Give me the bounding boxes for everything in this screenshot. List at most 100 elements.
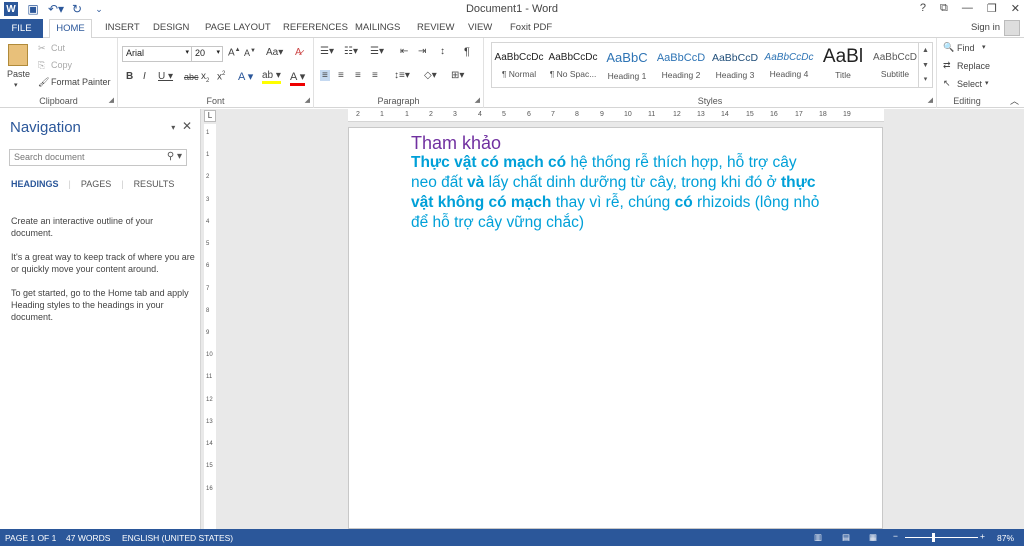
copy-icon[interactable]: ⎘ xyxy=(38,60,45,71)
subscript-icon[interactable]: x2 xyxy=(201,71,209,84)
tab-page-layout[interactable]: PAGE LAYOUT xyxy=(205,22,271,33)
page-count[interactable]: PAGE 1 OF 1 xyxy=(5,533,56,543)
sign-in-link[interactable]: Sign in xyxy=(971,22,1000,33)
show-formatting-icon[interactable]: ¶ xyxy=(464,46,470,58)
pane-options-icon[interactable]: ▾ xyxy=(171,123,175,132)
align-right-icon[interactable]: ≡ xyxy=(355,70,361,81)
find-button[interactable]: Find xyxy=(957,43,975,53)
more-styles-icon[interactable]: ▾ xyxy=(919,73,932,87)
style-heading-4[interactable]: AaBbCcDc Heading 4 xyxy=(762,43,816,87)
ribbon-display-options-button[interactable]: ⧉ xyxy=(940,2,948,15)
tab-references[interactable]: REFERENCES xyxy=(283,22,348,33)
paragraph-launcher-icon[interactable]: ◢ xyxy=(475,96,480,104)
restore-button[interactable]: ❐ xyxy=(987,2,997,15)
style-heading-2[interactable]: AaBbCcD Heading 2 xyxy=(654,43,708,87)
tab-insert[interactable]: INSERT xyxy=(105,22,140,33)
tab-review[interactable]: REVIEW xyxy=(417,22,454,33)
style-heading-3[interactable]: AaBbCcD Heading 3 xyxy=(708,43,762,87)
zoom-out-icon[interactable]: − xyxy=(893,531,898,541)
search-input[interactable]: Search document ⚲ ▾ xyxy=(9,149,187,166)
avatar[interactable] xyxy=(1004,20,1020,36)
multilevel-list-icon[interactable]: ☰▾ xyxy=(370,46,384,57)
document-heading[interactable]: Tham khảo xyxy=(411,133,501,154)
tab-view[interactable]: VIEW xyxy=(468,22,492,33)
word-count[interactable]: 47 WORDS xyxy=(66,533,110,543)
font-color-icon[interactable]: A ▾ xyxy=(290,70,306,86)
text-effects-icon[interactable]: A ▾ xyxy=(238,70,253,83)
font-name-combo[interactable]: Arial ▾ xyxy=(122,46,192,62)
close-button[interactable]: ✕ xyxy=(1011,2,1020,15)
tab-foxit-pdf[interactable]: Foxit PDF xyxy=(510,22,552,33)
document-body[interactable]: Thực vật có mạch có hệ thống rễ thích hợ… xyxy=(411,153,821,233)
style-heading-1[interactable]: AaBbC Heading 1 xyxy=(600,43,654,87)
tab-pages[interactable]: PAGES xyxy=(81,179,111,189)
tab-mailings[interactable]: MAILINGS xyxy=(355,22,400,33)
replace-button[interactable]: Replace xyxy=(957,61,990,71)
read-mode-icon[interactable]: ▥ xyxy=(814,532,822,543)
clear-formatting-icon[interactable]: A̷ xyxy=(295,47,302,58)
shrink-font-icon[interactable]: A▼ xyxy=(244,48,256,58)
paste-dropdown-icon[interactable]: ▾ xyxy=(14,81,18,89)
format-painter-icon[interactable]: 🖌 xyxy=(38,77,49,88)
collapse-ribbon-icon[interactable]: ︿ xyxy=(1010,94,1019,107)
cut-icon[interactable]: ✂ xyxy=(38,43,46,54)
align-left-icon[interactable]: ≡ xyxy=(320,70,330,81)
numbering-icon[interactable]: ☷▾ xyxy=(344,46,358,57)
line-spacing-icon[interactable]: ↕≡▾ xyxy=(394,70,410,81)
replace-icon[interactable]: ⇄ xyxy=(943,60,951,71)
style-no-spacing[interactable]: AaBbCcDc ¶ No Spac... xyxy=(546,43,600,87)
justify-icon[interactable]: ≡ xyxy=(372,70,378,81)
select-button[interactable]: Select xyxy=(957,79,982,89)
horizontal-ruler[interactable]: 2 1 1 2 3 4 5 6 7 8 9 10 11 12 13 14 15 16 17 18 19 xyxy=(348,109,884,122)
minimize-button[interactable]: — xyxy=(962,2,973,15)
help-button[interactable]: ? xyxy=(920,2,926,15)
grow-font-icon[interactable]: A▲ xyxy=(228,47,241,58)
zoom-slider-thumb[interactable] xyxy=(932,533,935,542)
chevron-down-icon[interactable]: ▾ xyxy=(985,79,989,87)
search-icon[interactable]: ⚲ ▾ xyxy=(167,151,182,162)
decrease-indent-icon[interactable]: ⇤ xyxy=(400,46,408,57)
zoom-level[interactable]: 87% xyxy=(997,533,1014,543)
clipboard-launcher-icon[interactable]: ◢ xyxy=(109,96,114,104)
style-subtitle[interactable]: AaBbCcD Subtitle xyxy=(870,43,920,87)
italic-icon[interactable]: I xyxy=(143,71,146,82)
zoom-in-icon[interactable]: + xyxy=(980,531,985,541)
styles-scroll[interactable]: ▲ ▼ ▾ xyxy=(919,42,933,88)
style-normal[interactable]: AaBbCcDc ¶ Normal xyxy=(492,43,546,87)
document-page[interactable]: Tham khảo Thực vật có mạch có hệ thống r… xyxy=(348,127,883,529)
print-layout-icon[interactable]: ▤ xyxy=(842,532,850,543)
strikethrough-icon[interactable]: abc xyxy=(184,72,199,82)
underline-icon[interactable]: U ▾ xyxy=(158,71,173,82)
select-icon[interactable]: ↖ xyxy=(943,78,951,89)
vertical-ruler[interactable]: 1 1 2 3 4 5 6 7 8 9 10 11 12 13 14 15 16 xyxy=(204,124,216,529)
tab-headings[interactable]: HEADINGS xyxy=(11,179,59,189)
shading-icon[interactable]: ◇▾ xyxy=(424,70,437,81)
tab-home[interactable]: HOME xyxy=(49,19,92,39)
copy-button[interactable]: Copy xyxy=(51,60,72,70)
highlight-color-icon[interactable]: ab ▾ xyxy=(262,70,281,84)
font-size-combo[interactable]: 20 ▾ xyxy=(191,46,223,62)
bullets-icon[interactable]: ☰▾ xyxy=(320,46,334,57)
superscript-icon[interactable]: x2 xyxy=(217,71,225,82)
cut-button[interactable]: Cut xyxy=(51,43,65,53)
scroll-up-icon[interactable]: ▲ xyxy=(919,43,932,58)
increase-indent-icon[interactable]: ⇥ xyxy=(418,46,426,57)
paste-icon[interactable] xyxy=(8,44,28,66)
align-center-icon[interactable]: ≡ xyxy=(338,70,344,81)
close-icon[interactable]: ✕ xyxy=(182,119,192,133)
tab-selector-icon[interactable]: L xyxy=(204,110,216,122)
find-icon[interactable]: 🔍 xyxy=(943,42,954,53)
tab-results[interactable]: RESULTS xyxy=(134,179,175,189)
paste-button[interactable]: Paste xyxy=(7,69,30,79)
style-title[interactable]: AaBl Title xyxy=(816,43,870,87)
change-case-icon[interactable]: Aa▾ xyxy=(266,47,283,58)
styles-launcher-icon[interactable]: ◢ xyxy=(928,96,933,104)
chevron-down-icon[interactable]: ▾ xyxy=(982,43,986,51)
language-indicator[interactable]: ENGLISH (UNITED STATES) xyxy=(122,533,233,543)
tab-file[interactable]: FILE xyxy=(0,19,43,38)
sort-icon[interactable]: ↕ xyxy=(440,46,445,57)
bold-icon[interactable]: B xyxy=(126,71,133,82)
format-painter-button[interactable]: Format Painter xyxy=(51,77,111,87)
tab-design[interactable]: DESIGN xyxy=(153,22,189,33)
borders-icon[interactable]: ⊞▾ xyxy=(451,70,464,81)
